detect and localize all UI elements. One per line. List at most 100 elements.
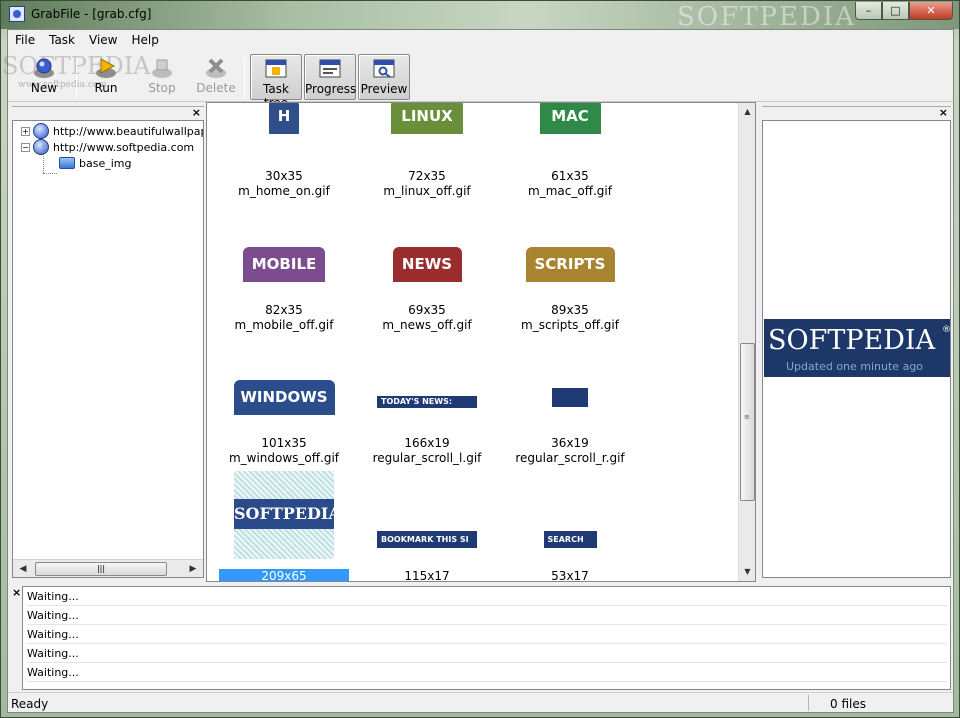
image-tile[interactable]: TODAY'S NEWS: 166x19 regular_scroll_l.gif — [362, 326, 492, 465]
image-thumbnail: SOFTPEDIA® — [234, 471, 357, 559]
run-icon — [96, 58, 116, 78]
delete-button[interactable]: Delete — [194, 54, 238, 100]
image-thumbnail: BOOKMARK THIS SI — [377, 531, 477, 548]
image-thumbnail — [552, 388, 588, 407]
image-tile[interactable]: LINUX 72x35 m_linux_off.gif — [362, 103, 492, 198]
image-thumbnail: MAC — [539, 103, 601, 134]
tree-item-beautifulwallpaper[interactable]: + http://www.beautifulwallpaper — [21, 123, 203, 139]
stop-label: Stop — [148, 81, 176, 95]
app-window: GrabFile - [grab.cfg] SOFTPEDIA – □ ✕ Fi… — [0, 0, 960, 718]
scroll-thumb[interactable]: ≡ — [740, 343, 755, 501]
close-button[interactable]: ✕ — [909, 2, 953, 20]
image-thumbnail: LINUX — [391, 103, 463, 134]
preview-tagline: Updated one minute ago — [786, 360, 924, 373]
log-row: Waiting... — [27, 663, 947, 682]
folder-icon — [59, 157, 75, 169]
image-thumbnail: SEARCH — [543, 531, 597, 548]
horizontal-scrollbar[interactable]: ◀ ||| ▶ — [13, 559, 203, 577]
new-button[interactable]: New — [24, 54, 64, 100]
image-dimensions: 82x35 — [265, 303, 303, 317]
task-tree-header: × — [12, 106, 204, 120]
image-dimensions: 36x19 — [551, 436, 589, 450]
run-button[interactable]: Run — [86, 54, 126, 100]
task-tree-icon — [265, 59, 287, 78]
file-count: 0 files — [830, 697, 866, 711]
stop-button[interactable]: Stop — [142, 54, 182, 100]
progress-icon — [319, 59, 341, 78]
scroll-left-icon[interactable]: ◀ — [15, 562, 31, 576]
close-pane-icon[interactable]: × — [192, 107, 201, 119]
menu-task[interactable]: Task — [42, 30, 82, 50]
task-tree: + http://www.beautifulwallpaper − http:/… — [13, 121, 203, 559]
globe-icon — [33, 139, 49, 155]
minimize-button[interactable]: – — [855, 2, 882, 20]
image-dimensions: 115x17 — [404, 569, 450, 582]
menu-help[interactable]: Help — [124, 30, 165, 50]
vertical-scrollbar[interactable]: ▲ ≡ ▼ — [738, 103, 755, 581]
image-thumbnail: NEWS — [392, 247, 462, 282]
tree-item-softpedia[interactable]: − http://www.softpedia.com — [21, 139, 194, 155]
image-tile[interactable]: BOOKMARK THIS SI115x17top_1.gif — [362, 459, 492, 582]
collapse-icon[interactable]: − — [21, 142, 30, 152]
new-label: New — [30, 81, 58, 95]
scroll-right-icon[interactable]: ▶ — [185, 562, 201, 576]
status-bar: Ready 0 files — [8, 692, 953, 712]
menu-view[interactable]: View — [82, 30, 124, 50]
app-icon — [9, 6, 25, 22]
scroll-down-icon[interactable]: ▼ — [741, 565, 754, 579]
preview-image: SOFTPEDIA ® Updated one minute ago — [764, 319, 951, 377]
scroll-thumb[interactable]: ||| — [35, 562, 167, 576]
log-pane: Waiting... Waiting... Waiting... Waiting… — [22, 586, 951, 690]
image-tile[interactable]: SCRIPTS 89x35 m_scripts_off.gif — [505, 193, 635, 332]
delete-label: Delete — [196, 81, 236, 95]
image-dimensions: 101x35 — [261, 436, 307, 450]
menu-file[interactable]: File — [8, 30, 42, 50]
tree-item-base-img[interactable]: base_img — [59, 155, 131, 171]
image-dimensions: 89x35 — [551, 303, 589, 317]
task-tree-pane: + http://www.beautifulwallpaper − http:/… — [12, 120, 204, 578]
image-tile[interactable]: NEWS 69x35 m_news_off.gif — [362, 193, 492, 332]
task-tree-button[interactable]: Task tree — [250, 54, 302, 110]
new-task-icon — [34, 58, 54, 78]
preview-icon — [373, 59, 395, 78]
tree-item-label: base_img — [79, 156, 132, 170]
log-row: Waiting... — [27, 587, 947, 606]
image-tile[interactable]: WINDOWS 101x35 m_windows_off.gif — [219, 326, 349, 465]
preview-brand: SOFTPEDIA — [768, 325, 936, 356]
preview-button[interactable]: Preview — [358, 54, 410, 100]
menu-bar: File Task View Help — [8, 30, 953, 50]
image-tile[interactable]: SEARCH53x17top_2.gif — [505, 459, 635, 582]
window-title: GrabFile - [grab.cfg] — [31, 7, 152, 21]
image-dimensions: 53x17 — [551, 569, 589, 582]
client-area: File Task View Help SOFTPEDIA www.softpe… — [2, 29, 954, 713]
image-tile[interactable]: MAC 61x35 m_mac_off.gif — [505, 103, 635, 198]
close-pane-icon[interactable]: × — [939, 107, 948, 119]
image-tile[interactable]: MOBILE 82x35 m_mobile_off.gif — [219, 193, 349, 332]
stop-icon — [152, 59, 172, 78]
progress-label: Progress — [305, 82, 357, 96]
expand-icon[interactable]: + — [21, 126, 30, 136]
close-log-icon[interactable]: × — [12, 586, 21, 599]
status-text: Ready — [11, 697, 49, 711]
image-tile[interactable]: SOFTPEDIA®209x65softpedia_logo4a.gif — [219, 459, 357, 581]
title-bar[interactable]: GrabFile - [grab.cfg] SOFTPEDIA – □ ✕ — [1, 1, 959, 32]
image-dimensions: 61x35 — [551, 169, 589, 183]
scroll-up-icon[interactable]: ▲ — [741, 105, 754, 119]
preview-pane: SOFTPEDIA ® Updated one minute ago — [762, 120, 951, 578]
log-row: Waiting... — [27, 625, 947, 644]
image-dimensions: 166x19 — [404, 436, 450, 450]
preview-header: × — [762, 106, 951, 120]
image-dimensions: 209x65 — [219, 569, 349, 581]
run-label: Run — [94, 81, 118, 95]
globe-icon — [33, 123, 49, 139]
toolbar: SOFTPEDIA www.softpedia.com New Run Stop… — [2, 52, 953, 110]
image-tile[interactable]: 36x19 regular_scroll_r.gif — [505, 326, 635, 465]
maximize-button[interactable]: □ — [882, 2, 909, 20]
image-dimensions: 72x35 — [408, 169, 446, 183]
progress-button[interactable]: Progress — [304, 54, 356, 100]
log-row: Waiting... — [27, 644, 947, 663]
image-thumbnail: SCRIPTS — [525, 247, 615, 282]
image-tile[interactable]: H 30x35 m_home_on.gif — [219, 103, 349, 198]
tree-item-label: http://www.softpedia.com — [53, 140, 195, 154]
registered-mark: ® — [942, 325, 951, 335]
